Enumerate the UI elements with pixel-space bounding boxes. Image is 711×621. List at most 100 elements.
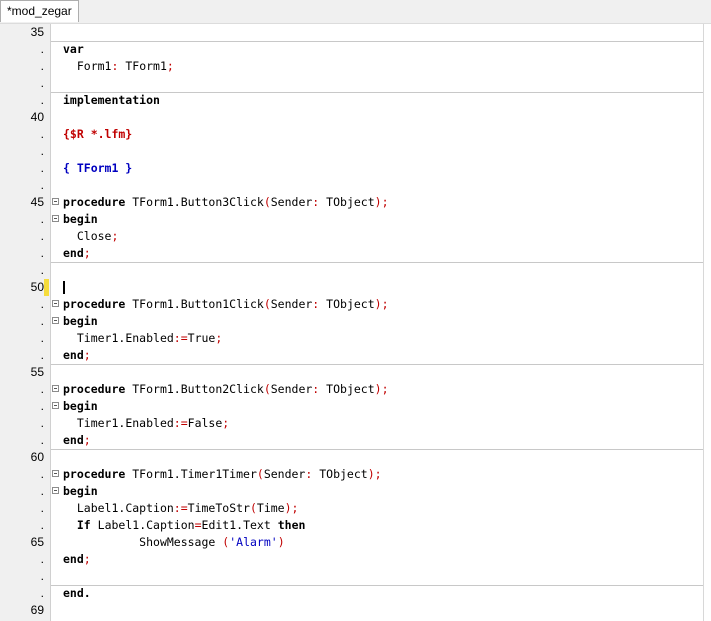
fold-toggle-icon[interactable] xyxy=(52,198,59,205)
code-line: . Timer1.Enabled:=False; xyxy=(0,415,711,432)
line-number: 65 xyxy=(30,535,44,549)
fold-toggle-icon[interactable] xyxy=(52,402,59,409)
code-line: . end; xyxy=(0,347,711,364)
line-number: . xyxy=(40,416,44,430)
code-text: Timer1.Enabled:=False; xyxy=(76,416,230,430)
code-line: . begin xyxy=(0,483,711,500)
code-line: . procedure TForm1.Button2Click(Sender: … xyxy=(0,381,711,398)
code-text: var xyxy=(63,42,84,56)
line-number: . xyxy=(40,263,44,277)
code-line: . procedure TForm1.Timer1Timer(Sender: T… xyxy=(0,466,711,483)
code-line: 69 xyxy=(0,602,711,619)
line-number: 50 xyxy=(30,280,44,294)
tab-bar: *mod_zegar xyxy=(0,0,711,23)
code-text: procedure TForm1.Timer1Timer(Sender: TOb… xyxy=(63,467,382,481)
code-line: . end; xyxy=(0,551,711,568)
line-number: 35 xyxy=(30,25,44,39)
code-text: begin xyxy=(63,314,98,328)
code-line: . Label1.Caption:=TimeToStr(Time); xyxy=(0,500,711,517)
fold-toggle-icon[interactable] xyxy=(52,215,59,222)
code-text: Timer1.Enabled:=True; xyxy=(76,331,223,345)
code-line: . end; xyxy=(0,245,711,262)
code-line: . {$R *.lfm} xyxy=(0,126,711,143)
code-text: If Label1.Caption=Edit1.Text then xyxy=(76,518,306,532)
line-number: 60 xyxy=(30,450,44,464)
code-line: . If Label1.Caption=Edit1.Text then xyxy=(0,517,711,534)
fold-toggle-icon[interactable] xyxy=(52,300,59,307)
code-line: . begin xyxy=(0,313,711,330)
line-number: . xyxy=(40,178,44,192)
code-text: end. xyxy=(63,586,91,600)
line-number: . xyxy=(40,484,44,498)
line-number: 55 xyxy=(30,365,44,379)
line-number: . xyxy=(40,297,44,311)
line-number: . xyxy=(40,433,44,447)
line-number: . xyxy=(40,246,44,260)
line-number: . xyxy=(40,314,44,328)
code-line: 60 xyxy=(0,449,711,466)
line-number: . xyxy=(40,552,44,566)
line-number: . xyxy=(40,229,44,243)
line-number: . xyxy=(40,59,44,73)
fold-toggle-icon[interactable] xyxy=(52,470,59,477)
line-number: . xyxy=(40,399,44,413)
modified-line-marker xyxy=(44,279,49,296)
code-text: begin xyxy=(63,399,98,413)
code-text: procedure TForm1.Button3Click(Sender: TO… xyxy=(63,195,389,209)
fold-toggle-icon[interactable] xyxy=(52,317,59,324)
code-text: procedure TForm1.Button1Click(Sender: TO… xyxy=(63,297,389,311)
line-number: . xyxy=(40,161,44,175)
code-line: . end. xyxy=(0,585,711,602)
code-line: . var xyxy=(0,41,711,58)
code-line: . xyxy=(0,177,711,194)
code-text: { TForm1 } xyxy=(63,161,133,175)
line-number: . xyxy=(40,127,44,141)
code-line: . xyxy=(0,143,711,160)
code-text: end; xyxy=(63,348,91,362)
code-line: . Form1: TForm1; xyxy=(0,58,711,75)
line-number: . xyxy=(40,586,44,600)
code-line: 35 xyxy=(0,24,711,41)
code-line: . xyxy=(0,75,711,92)
tab-mod-zegar[interactable]: *mod_zegar xyxy=(0,0,79,22)
line-number: 45 xyxy=(30,195,44,209)
code-text: procedure TForm1.Button2Click(Sender: TO… xyxy=(63,382,389,396)
text-caret xyxy=(63,281,65,294)
code-line: 65 ShowMessage ('Alarm') xyxy=(0,534,711,551)
code-text: begin xyxy=(63,212,98,226)
line-number: . xyxy=(40,382,44,396)
code-line: 55 xyxy=(0,364,711,381)
code-text: end; xyxy=(63,433,91,447)
code-line: . begin xyxy=(0,398,711,415)
code-text: implementation xyxy=(63,93,160,107)
code-text: Label1.Caption:=TimeToStr(Time); xyxy=(76,501,299,515)
code-text: Close; xyxy=(76,229,119,243)
line-number: . xyxy=(40,76,44,90)
code-editor[interactable]: 35 . var . Form1: TForm1; . . implementa… xyxy=(0,23,711,621)
code-line: . implementation xyxy=(0,92,711,109)
line-number: . xyxy=(40,501,44,515)
code-line: . begin xyxy=(0,211,711,228)
code-text: begin xyxy=(63,484,98,498)
line-number: . xyxy=(40,331,44,345)
line-number: . xyxy=(40,348,44,362)
code-text: end; xyxy=(63,552,91,566)
line-number: 40 xyxy=(30,110,44,124)
code-text: end; xyxy=(63,246,91,260)
line-number: . xyxy=(40,144,44,158)
line-number: . xyxy=(40,467,44,481)
line-number: . xyxy=(40,569,44,583)
line-number: . xyxy=(40,212,44,226)
code-line: . { TForm1 } xyxy=(0,160,711,177)
code-line: . xyxy=(0,262,711,279)
fold-toggle-icon[interactable] xyxy=(52,385,59,392)
code-text: {$R *.lfm} xyxy=(63,127,133,141)
code-line-current[interactable]: 50 xyxy=(0,279,711,296)
fold-toggle-icon[interactable] xyxy=(52,487,59,494)
line-number: . xyxy=(40,93,44,107)
code-line: . end; xyxy=(0,432,711,449)
code-line: . xyxy=(0,568,711,585)
line-number: . xyxy=(40,518,44,532)
code-text: ShowMessage ('Alarm') xyxy=(139,535,285,549)
code-line: . Timer1.Enabled:=True; xyxy=(0,330,711,347)
